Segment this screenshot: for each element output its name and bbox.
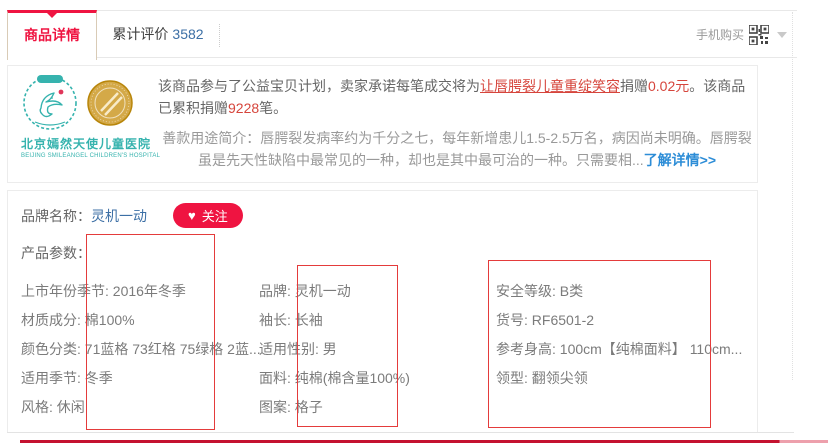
- learn-more-link[interactable]: 了解详情>>: [644, 152, 716, 168]
- panel-bottom-divider: [7, 432, 794, 433]
- charity-text-2: 捐赠: [620, 78, 648, 94]
- params-title: 产品参数：: [21, 243, 91, 263]
- tab-product-detail-label: 商品详情: [24, 27, 80, 43]
- annotation-box-right: [488, 260, 711, 428]
- detail-tab-bar: 商品详情 累计评价3582 手机购买: [7, 10, 797, 58]
- heart-icon: ♥: [188, 209, 196, 222]
- charity-logos: 北京嫣然天使儿童医院 BEIJING SMILEANGEL CHILDREN'S…: [21, 72, 153, 176]
- follow-button-label: 关注: [202, 206, 228, 225]
- charity-text-1: 该商品参与了公益宝贝计划，卖家承诺每笔成交将为: [158, 78, 480, 94]
- qr-code-icon: [749, 25, 769, 45]
- tab-reviews-label: 累计评价: [112, 26, 168, 42]
- mobile-buy-label: 手机购买: [696, 26, 744, 43]
- annotation-box-middle: [297, 265, 398, 427]
- charity-paragraph-2: 善款用途简介：唇腭裂发病率约为千分之七，每年新增患儿1.5-2.5万名，病因尚未…: [158, 127, 756, 171]
- brand-name-link[interactable]: 灵机一动: [91, 206, 147, 226]
- next-section-top-border: [20, 440, 828, 443]
- mobile-buy-button[interactable]: 手机购买: [696, 11, 787, 58]
- gold-medal-icon: [87, 80, 133, 126]
- product-detail-page: 商品详情 累计评价3582 手机购买: [0, 0, 828, 445]
- hospital-name-en: BEIJING SMILEANGEL CHILDREN'S HOSPITAL: [21, 153, 153, 159]
- charity-text-4: 笔。: [259, 100, 287, 116]
- tab-reviews[interactable]: 累计评价3582: [98, 11, 218, 58]
- tab-dotted-separator: [219, 24, 220, 47]
- charity-paragraph-1: 该商品参与了公益宝贝计划，卖家承诺每笔成交将为让唇腭裂儿童重绽笑容捐赠0.02元…: [158, 75, 756, 119]
- annotation-box-left: [86, 234, 215, 430]
- smileangel-hospital-logo-icon: [21, 74, 79, 132]
- donation-amount: 0.02元: [648, 78, 689, 94]
- donation-count: 9228: [228, 100, 259, 116]
- reviews-count-badge: 3582: [172, 26, 203, 42]
- chevron-down-icon[interactable]: [777, 32, 787, 38]
- active-tab-caret-icon: [47, 13, 57, 18]
- hospital-name-cn: 北京嫣然天使儿童医院: [21, 135, 153, 152]
- follow-button[interactable]: ♥ 关注: [173, 203, 243, 228]
- charity-panel: 北京嫣然天使儿童医院 BEIJING SMILEANGEL CHILDREN'S…: [7, 65, 758, 183]
- brand-row: 品牌名称：灵机一动 ♥ 关注: [21, 203, 243, 228]
- tab-product-detail[interactable]: 商品详情: [7, 10, 97, 60]
- brand-label: 品牌名称：: [21, 206, 91, 226]
- page-column-divider: [792, 12, 793, 380]
- charity-text-block: 该商品参与了公益宝贝计划，卖家承诺每笔成交将为让唇腭裂儿童重绽笑容捐赠0.02元…: [158, 75, 756, 171]
- charity-cause-link[interactable]: 让唇腭裂儿童重绽笑容: [480, 78, 620, 94]
